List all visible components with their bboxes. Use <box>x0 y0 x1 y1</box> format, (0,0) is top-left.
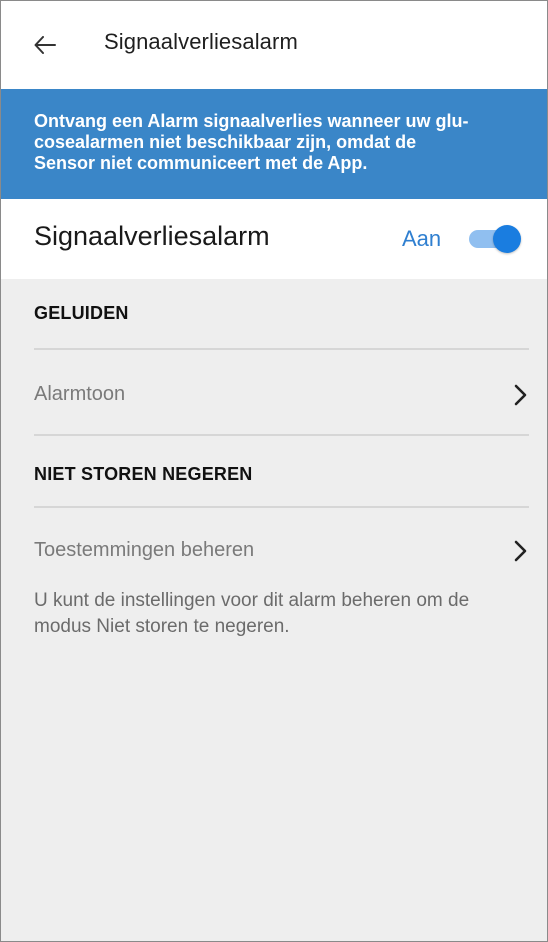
dnd-helper-text: U kunt de instellingen voor dit alarm be… <box>34 588 534 640</box>
chevron-right-icon <box>514 540 527 562</box>
info-banner-line: cosealarmen niet beschikbaar zijn, omdat… <box>34 132 417 152</box>
alarm-tone-label: Alarmtoon <box>34 383 126 405</box>
manage-permissions-label: Toestemmingen beheren <box>34 539 255 561</box>
signal-loss-switch[interactable] <box>467 223 525 255</box>
app-bar: Signaalverliesalarm <box>1 1 547 89</box>
alarm-tone-row[interactable]: Alarmtoon <box>1 365 547 425</box>
arrow-left-icon <box>34 36 56 54</box>
switch-thumb <box>493 225 521 253</box>
chevron-right-icon <box>514 384 527 406</box>
app-screen: Signaalverliesalarm Ontvang een Alarm si… <box>0 0 548 942</box>
divider <box>34 434 529 436</box>
toggle-label: Signaalverliesalarm <box>34 221 270 251</box>
page-title: Signaalverliesalarm <box>104 29 298 54</box>
section-header-dnd: NIET STOREN NEGEREN <box>34 464 253 484</box>
info-banner-line: Sensor niet communiceert met de App. <box>34 153 368 173</box>
info-banner-line: Ontvang een Alarm signaalverlies wanneer… <box>34 111 469 131</box>
info-banner: Ontvang een Alarm signaalverlies wanneer… <box>1 89 547 199</box>
toggle-state-label: Aan <box>402 226 442 251</box>
divider <box>34 348 529 350</box>
back-button[interactable] <box>27 27 63 63</box>
section-header-sounds: GELUIDEN <box>34 303 129 323</box>
manage-permissions-row[interactable]: Toestemmingen beheren <box>1 521 547 581</box>
divider <box>34 506 529 508</box>
signal-loss-toggle-row[interactable]: Signaalverliesalarm Aan <box>1 199 547 279</box>
info-banner-text: Ontvang een Alarm signaalverlies wanneer… <box>34 111 517 174</box>
helper-line: modus Niet storen te negeren. <box>34 616 290 637</box>
helper-line: U kunt de instellingen voor dit alarm be… <box>34 590 470 611</box>
